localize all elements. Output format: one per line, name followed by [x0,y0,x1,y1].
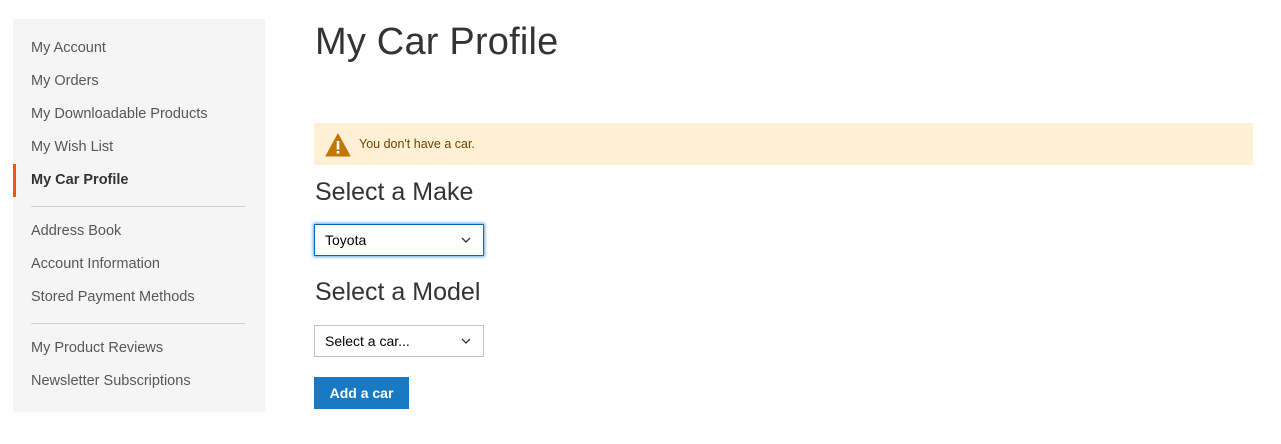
sidebar-item-stored-payment-methods[interactable]: Stored Payment Methods [13,281,265,314]
warning-text: You don't have a car. [359,137,475,151]
chevron-down-icon [461,338,471,344]
sidebar-divider [31,323,245,324]
make-select-value: Toyota [325,232,367,248]
sidebar-divider [31,206,245,207]
warning-message: You don't have a car. [314,123,1253,165]
warning-icon [325,133,351,157]
model-select[interactable]: Select a car... [314,325,484,357]
sidebar-item-address-book[interactable]: Address Book [13,215,265,248]
make-section-title: Select a Make [315,178,474,206]
sidebar-item-newsletter-subscriptions[interactable]: Newsletter Subscriptions [13,365,265,398]
sidebar-item-my-car-profile[interactable]: My Car Profile [13,164,265,197]
make-select[interactable]: Toyota [314,224,484,256]
sidebar-item-my-wish-list[interactable]: My Wish List [13,131,265,164]
page-title: My Car Profile [315,21,559,63]
add-car-button[interactable]: Add a car [314,377,409,409]
sidebar-item-account-information[interactable]: Account Information [13,248,265,281]
chevron-down-icon [461,237,471,243]
model-section-title: Select a Model [315,278,481,306]
sidebar-item-my-downloadable-products[interactable]: My Downloadable Products [13,98,265,131]
sidebar-item-my-product-reviews[interactable]: My Product Reviews [13,332,265,365]
model-select-value: Select a car... [325,333,410,349]
sidebar-item-my-account[interactable]: My Account [13,32,265,65]
account-sidebar: My Account My Orders My Downloadable Pro… [13,19,265,412]
sidebar-item-my-orders[interactable]: My Orders [13,65,265,98]
